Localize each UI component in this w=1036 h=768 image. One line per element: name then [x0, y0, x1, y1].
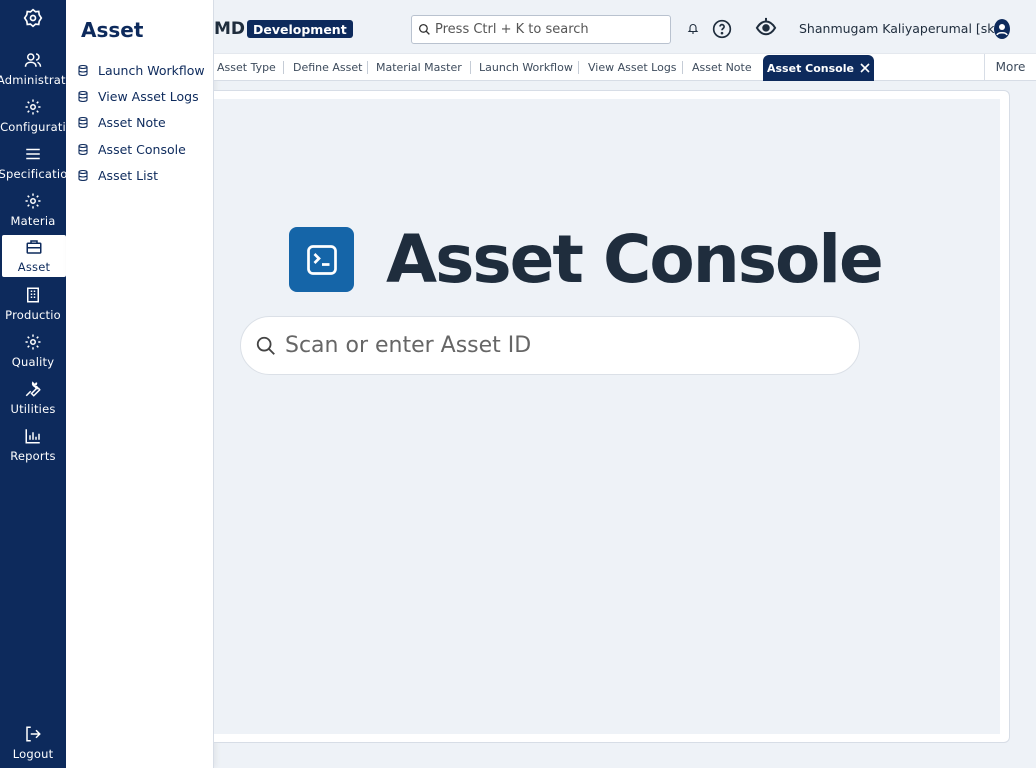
- rail-item-configuration[interactable]: Configurati: [0, 97, 66, 139]
- user-name[interactable]: Shanmugam Kaliyaperumal [sk]: [799, 21, 999, 36]
- tab-launch-workflow[interactable]: Launch Workflow: [479, 54, 573, 80]
- search-icon: [418, 23, 431, 36]
- flyout-item-view-asset-logs[interactable]: View Asset Logs: [76, 85, 199, 107]
- top-header: MD Development Shanmugam Kaliyaperumal […: [214, 0, 1036, 53]
- logout-button[interactable]: Logout: [0, 724, 66, 766]
- rail-item-production[interactable]: Productio: [0, 285, 66, 327]
- flyout-item-label: Asset Note: [98, 114, 166, 130]
- user-avatar-icon[interactable]: [994, 19, 1010, 39]
- database-icon: [76, 89, 90, 103]
- global-search[interactable]: [411, 15, 671, 44]
- app-name: MD: [214, 19, 246, 39]
- asset-icon: [25, 237, 43, 257]
- tab-label: Asset Console: [767, 61, 854, 75]
- rail-item-quality[interactable]: Quality: [0, 332, 66, 374]
- rail-item-reports[interactable]: Reports: [0, 426, 66, 468]
- rail-item-asset[interactable]: Asset: [2, 235, 66, 277]
- users-icon: [24, 50, 42, 70]
- logout-label: Logout: [12, 747, 54, 761]
- tab-separator: [682, 61, 683, 74]
- flyout-item-label: Launch Workflow: [98, 62, 205, 78]
- rail-item-label: Configurati: [0, 120, 66, 134]
- rail-item-label: Asset: [17, 260, 51, 274]
- tab-separator: [367, 61, 368, 74]
- flyout-item-label: Asset Console: [98, 141, 186, 157]
- tab-separator: [283, 61, 284, 74]
- database-icon: [76, 115, 90, 129]
- gear-icon: [24, 97, 42, 117]
- search-input[interactable]: [435, 22, 655, 37]
- tab-define-asset[interactable]: Define Asset: [293, 54, 362, 80]
- wrench-icon: [24, 379, 42, 399]
- rail-item-administration[interactable]: Administrati: [0, 50, 66, 92]
- tab-asset-type[interactable]: Asset Type: [217, 54, 276, 80]
- more-tabs-button[interactable]: More: [984, 54, 1036, 80]
- terminal-icon: [289, 227, 354, 292]
- database-icon: [76, 63, 90, 77]
- environment-badge: Development: [247, 20, 353, 38]
- page-title: Asset Console: [386, 221, 884, 298]
- flyout-item-asset-note[interactable]: Asset Note: [76, 111, 166, 133]
- flyout-item-asset-console[interactable]: Asset Console: [76, 138, 186, 160]
- help-icon[interactable]: [712, 19, 732, 39]
- gear-icon: [24, 191, 42, 211]
- database-icon: [76, 168, 90, 182]
- gear-icon: [24, 332, 42, 352]
- tab-separator: [470, 61, 471, 74]
- rail-item-label: Materia: [10, 214, 56, 228]
- app-logo-icon[interactable]: [23, 8, 43, 32]
- bar-chart-icon: [24, 426, 42, 446]
- flyout-item-launch-workflow[interactable]: Launch Workflow: [76, 59, 205, 81]
- rail-item-label: Specificatio: [0, 167, 66, 181]
- flyout-title: Asset: [81, 18, 144, 42]
- rail-item-utilities[interactable]: Utilities: [0, 379, 66, 421]
- asset-console-panel: [214, 99, 1000, 734]
- main-nav-rail: Administrati Configurati Specificatio Ma…: [0, 0, 66, 768]
- rail-item-specification[interactable]: Specificatio: [0, 144, 66, 186]
- rail-item-material[interactable]: Materia: [0, 191, 66, 233]
- tab-material-master[interactable]: Material Master: [376, 54, 462, 80]
- rail-item-label: Productio: [5, 308, 61, 322]
- flyout-item-asset-list[interactable]: Asset List: [76, 164, 158, 186]
- rail-item-label: Quality: [11, 355, 55, 369]
- open-tabs-bar: Asset Type Define Asset Material Master …: [214, 53, 1036, 81]
- tab-asset-note[interactable]: Asset Note: [692, 54, 752, 80]
- asset-id-input[interactable]: [285, 333, 825, 358]
- eye-icon[interactable]: [755, 17, 777, 37]
- list-icon: [24, 144, 42, 164]
- tab-view-asset-logs[interactable]: View Asset Logs: [588, 54, 677, 80]
- database-icon: [76, 142, 90, 156]
- tab-asset-console[interactable]: Asset Console: [763, 55, 874, 81]
- rail-item-label: Administrati: [0, 73, 66, 87]
- logout-icon: [24, 724, 42, 744]
- asset-flyout-menu: Asset Launch Workflow View Asset Logs As…: [66, 0, 214, 768]
- bell-icon[interactable]: [687, 22, 699, 35]
- tab-separator: [578, 61, 579, 74]
- search-icon: [255, 335, 277, 357]
- building-icon: [24, 285, 42, 305]
- rail-item-label: Reports: [10, 449, 56, 463]
- close-icon[interactable]: [860, 63, 870, 73]
- rail-item-label: Utilities: [10, 402, 56, 416]
- asset-id-search[interactable]: [240, 316, 860, 375]
- flyout-item-label: View Asset Logs: [98, 88, 199, 104]
- flyout-item-label: Asset List: [98, 167, 158, 183]
